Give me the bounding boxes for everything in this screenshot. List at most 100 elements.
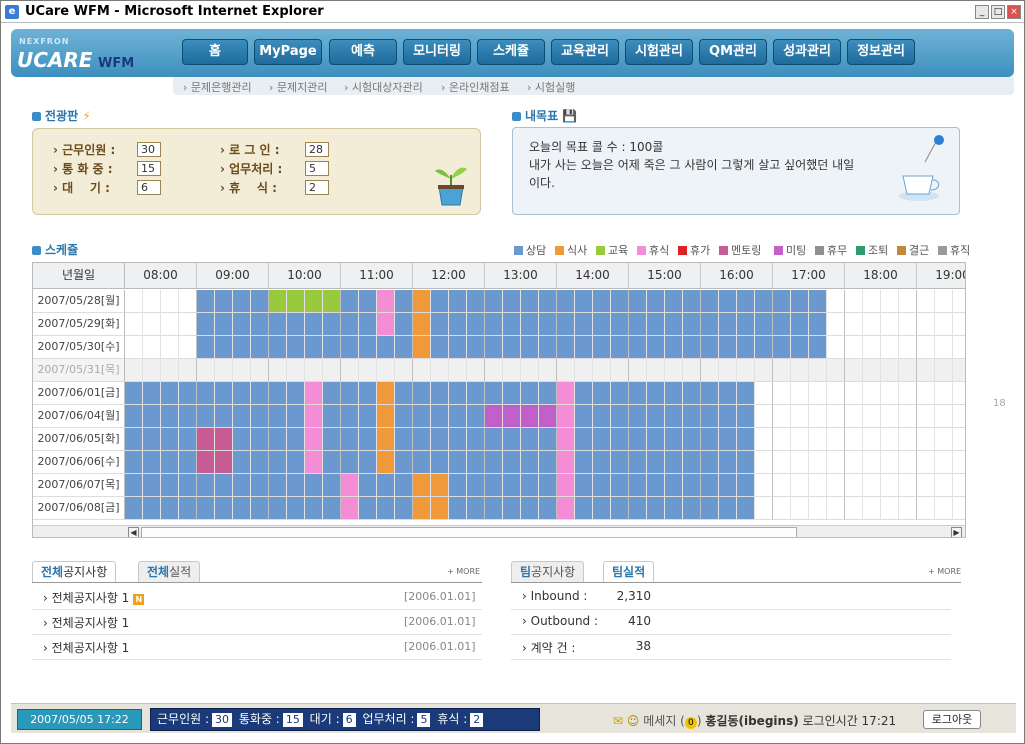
schedule-cell[interactable] xyxy=(755,290,773,313)
schedule-cell[interactable] xyxy=(665,405,683,428)
schedule-cell[interactable] xyxy=(521,451,539,474)
schedule-cell[interactable] xyxy=(827,428,845,451)
schedule-cell[interactable] xyxy=(701,428,719,451)
schedule-cell[interactable] xyxy=(341,451,359,474)
schedule-cell[interactable] xyxy=(683,474,701,497)
schedule-cell[interactable] xyxy=(917,313,935,336)
schedule-cell[interactable] xyxy=(791,474,809,497)
schedule-cell[interactable] xyxy=(791,336,809,359)
schedule-cell[interactable] xyxy=(161,336,179,359)
schedule-cell[interactable] xyxy=(503,359,521,382)
schedule-cell[interactable] xyxy=(737,336,755,359)
tab-team-notices[interactable]: 팀공지사항 xyxy=(511,561,585,583)
schedule-cell[interactable] xyxy=(809,474,827,497)
schedule-cell[interactable] xyxy=(161,497,179,520)
schedule-cell[interactable] xyxy=(809,405,827,428)
schedule-cell[interactable] xyxy=(287,382,305,405)
schedule-cell[interactable] xyxy=(629,382,647,405)
schedule-cell[interactable] xyxy=(485,405,503,428)
schedule-cell[interactable] xyxy=(377,336,395,359)
schedule-cell[interactable] xyxy=(485,451,503,474)
schedule-cell[interactable] xyxy=(467,313,485,336)
schedule-cell[interactable] xyxy=(143,336,161,359)
schedule-cell[interactable] xyxy=(773,474,791,497)
schedule-cell[interactable] xyxy=(521,382,539,405)
schedule-cell[interactable] xyxy=(647,451,665,474)
schedule-cell[interactable] xyxy=(143,313,161,336)
schedule-cell[interactable] xyxy=(953,336,965,359)
schedule-cell[interactable] xyxy=(575,405,593,428)
schedule-cell[interactable] xyxy=(611,336,629,359)
schedule-cell[interactable] xyxy=(125,428,143,451)
schedule-cell[interactable] xyxy=(395,497,413,520)
schedule-cell[interactable] xyxy=(557,382,575,405)
schedule-cell[interactable] xyxy=(143,428,161,451)
schedule-cell[interactable] xyxy=(683,313,701,336)
schedule-cell[interactable] xyxy=(701,359,719,382)
schedule-cell[interactable] xyxy=(845,313,863,336)
schedule-cell[interactable] xyxy=(701,290,719,313)
nav-education[interactable]: 교육관리 xyxy=(551,39,619,65)
schedule-cell[interactable] xyxy=(251,428,269,451)
subnav-exam-run[interactable]: › 시험실행 xyxy=(527,79,575,95)
schedule-cell[interactable] xyxy=(521,313,539,336)
schedule-cell[interactable] xyxy=(197,428,215,451)
schedule-cell[interactable] xyxy=(917,405,935,428)
schedule-cell[interactable] xyxy=(701,451,719,474)
schedule-cell[interactable] xyxy=(719,428,737,451)
schedule-cell[interactable] xyxy=(863,405,881,428)
schedule-cell[interactable] xyxy=(503,336,521,359)
schedule-row[interactable] xyxy=(125,290,965,313)
schedule-cell[interactable] xyxy=(341,313,359,336)
schedule-cell[interactable] xyxy=(305,359,323,382)
maximize-button[interactable]: □ xyxy=(991,5,1005,19)
team-more-link[interactable]: + MORE xyxy=(928,567,961,576)
schedule-cell[interactable] xyxy=(269,474,287,497)
schedule-cell[interactable] xyxy=(593,359,611,382)
schedule-cell[interactable] xyxy=(683,405,701,428)
schedule-cell[interactable] xyxy=(755,359,773,382)
schedule-cell[interactable] xyxy=(449,405,467,428)
schedule-cell[interactable] xyxy=(845,359,863,382)
schedule-cell[interactable] xyxy=(647,382,665,405)
schedule-cell[interactable] xyxy=(125,336,143,359)
schedule-cell[interactable] xyxy=(827,336,845,359)
schedule-cell[interactable] xyxy=(143,474,161,497)
schedule-cell[interactable] xyxy=(935,382,953,405)
schedule-cell[interactable] xyxy=(953,313,965,336)
schedule-cell[interactable] xyxy=(845,405,863,428)
schedule-cell[interactable] xyxy=(449,428,467,451)
schedule-cell[interactable] xyxy=(719,474,737,497)
schedule-cell[interactable] xyxy=(125,405,143,428)
schedule-cell[interactable] xyxy=(215,313,233,336)
schedule-cell[interactable] xyxy=(863,313,881,336)
schedule-cell[interactable] xyxy=(719,405,737,428)
schedule-cell[interactable] xyxy=(305,336,323,359)
schedule-cell[interactable] xyxy=(449,359,467,382)
schedule-cell[interactable] xyxy=(629,313,647,336)
schedule-cell[interactable] xyxy=(719,313,737,336)
schedule-row[interactable] xyxy=(125,474,965,497)
schedule-cell[interactable] xyxy=(359,290,377,313)
schedule-cell[interactable] xyxy=(503,497,521,520)
schedule-cell[interactable] xyxy=(881,497,899,520)
schedule-cell[interactable] xyxy=(179,497,197,520)
horizontal-scrollbar[interactable]: ◀ ▶ xyxy=(33,525,965,537)
schedule-cell[interactable] xyxy=(233,451,251,474)
schedule-cell[interactable] xyxy=(413,290,431,313)
schedule-cell[interactable] xyxy=(701,474,719,497)
schedule-cell[interactable] xyxy=(755,428,773,451)
schedule-cell[interactable] xyxy=(485,428,503,451)
scroll-right-arrow-icon[interactable]: ▶ xyxy=(951,527,962,537)
schedule-cell[interactable] xyxy=(431,382,449,405)
schedule-cell[interactable] xyxy=(287,313,305,336)
schedule-cell[interactable] xyxy=(269,313,287,336)
schedule-cell[interactable] xyxy=(557,359,575,382)
schedule-cell[interactable] xyxy=(431,474,449,497)
schedule-cell[interactable] xyxy=(521,405,539,428)
schedule-cell[interactable] xyxy=(647,497,665,520)
schedule-cell[interactable] xyxy=(305,474,323,497)
schedule-cell[interactable] xyxy=(413,382,431,405)
schedule-cell[interactable] xyxy=(359,428,377,451)
schedule-cell[interactable] xyxy=(287,336,305,359)
